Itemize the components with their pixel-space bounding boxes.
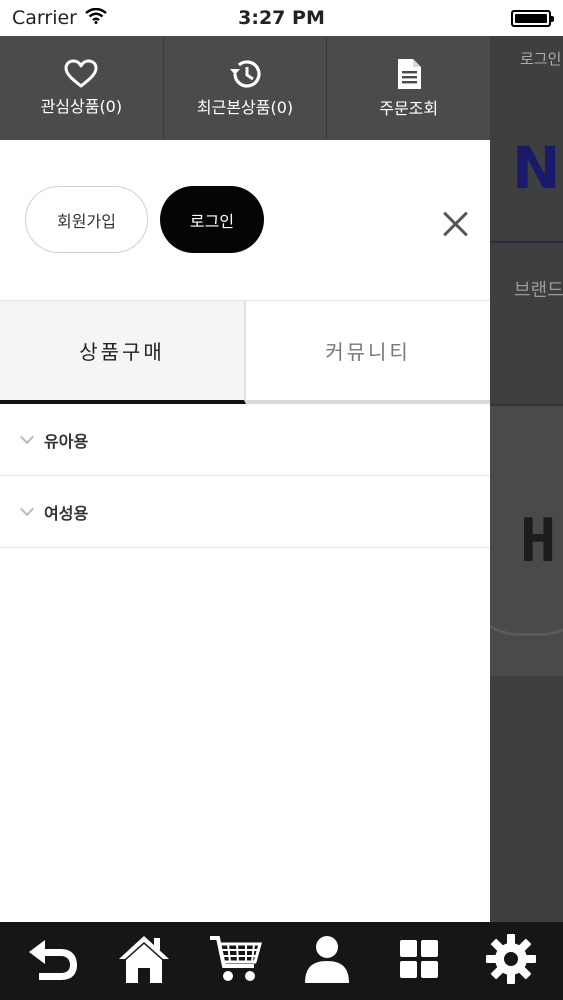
drawer-tabs: 상품구매 커뮤니티 bbox=[0, 300, 490, 404]
category-item-infant[interactable]: 유아용 bbox=[0, 404, 490, 476]
carrier-label: Carrier bbox=[12, 7, 77, 29]
bg-logo: N bbox=[512, 134, 561, 202]
bg-product-text: H bbox=[520, 506, 557, 576]
bg-product-image: H bbox=[490, 406, 563, 676]
home-button[interactable] bbox=[104, 926, 184, 996]
chevron-down-icon bbox=[19, 501, 35, 516]
gear-icon bbox=[485, 933, 537, 989]
tab-shopping[interactable]: 상품구매 bbox=[0, 301, 246, 404]
wishlist-button[interactable]: 관심상품(0) bbox=[0, 36, 164, 140]
cart-button[interactable] bbox=[196, 926, 276, 996]
bg-divider bbox=[490, 241, 563, 243]
document-icon bbox=[395, 57, 423, 91]
grid-icon bbox=[399, 939, 439, 983]
user-icon bbox=[301, 933, 353, 989]
side-drawer: 관심상품(0) 최근본상품(0) 주문조회 회원가입 로그인 상품구매 커뮤니티… bbox=[0, 36, 490, 922]
back-icon bbox=[25, 936, 79, 986]
status-bar: Carrier 3:27 PM bbox=[0, 0, 563, 36]
background-page[interactable]: 로그인 N 브랜드 H bbox=[490, 36, 563, 922]
category-list: 유아용 여성용 bbox=[0, 404, 490, 548]
account-button[interactable] bbox=[287, 926, 367, 996]
status-left: Carrier bbox=[12, 7, 107, 29]
close-icon[interactable] bbox=[440, 209, 470, 239]
join-button[interactable]: 회원가입 bbox=[25, 186, 148, 253]
category-label: 유아용 bbox=[44, 431, 89, 451]
recent-products-label: 최근본상품(0) bbox=[196, 98, 294, 117]
recent-products-button[interactable]: 최근본상품(0) bbox=[164, 36, 328, 140]
bottom-toolbar bbox=[0, 922, 563, 1000]
wifi-icon bbox=[85, 7, 107, 29]
tab-community[interactable]: 커뮤니티 bbox=[246, 301, 490, 404]
wishlist-label: 관심상품(0) bbox=[40, 97, 123, 116]
login-button[interactable]: 로그인 bbox=[160, 186, 264, 253]
settings-button[interactable] bbox=[471, 926, 551, 996]
cart-icon bbox=[208, 934, 264, 988]
order-lookup-label: 주문조회 bbox=[379, 99, 439, 118]
battery-icon bbox=[511, 9, 554, 27]
drawer-top-menu: 관심상품(0) 최근본상품(0) 주문조회 bbox=[0, 36, 490, 140]
category-grid-button[interactable] bbox=[379, 926, 459, 996]
order-lookup-button[interactable]: 주문조회 bbox=[327, 36, 490, 140]
auth-row: 회원가입 로그인 bbox=[0, 140, 490, 300]
home-icon bbox=[116, 933, 172, 989]
category-item-women[interactable]: 여성용 bbox=[0, 476, 490, 548]
bg-product-curve bbox=[490, 576, 563, 636]
back-button[interactable] bbox=[12, 926, 92, 996]
bg-brand-label: 브랜드 bbox=[514, 280, 563, 301]
chevron-down-icon bbox=[19, 429, 35, 444]
category-label: 여성용 bbox=[44, 503, 89, 523]
history-icon bbox=[227, 58, 263, 90]
heart-icon bbox=[64, 59, 98, 89]
bg-login-link: 로그인 bbox=[520, 50, 562, 68]
